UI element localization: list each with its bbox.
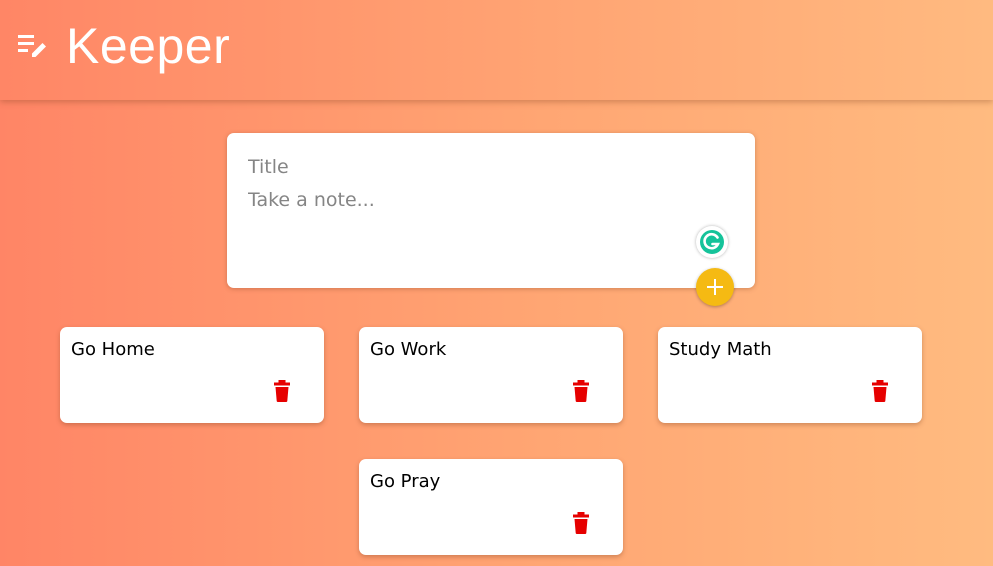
note-card: Go Pray	[359, 459, 623, 555]
trash-icon	[274, 380, 290, 402]
plus-icon	[707, 279, 723, 295]
notes-edit-icon	[18, 35, 46, 57]
trash-icon	[872, 380, 888, 402]
grammarly-icon[interactable]	[696, 226, 728, 258]
note-title: Go Pray	[370, 471, 441, 492]
note-title: Study Math	[669, 339, 772, 360]
create-note-form	[227, 133, 755, 306]
note-content-input[interactable]	[248, 189, 728, 249]
app-header: Keeper	[0, 0, 993, 100]
trash-icon	[573, 512, 589, 534]
delete-note-button[interactable]	[570, 511, 592, 535]
add-note-button[interactable]	[696, 268, 734, 306]
note-title: Go Work	[370, 339, 447, 360]
delete-note-button[interactable]	[570, 379, 592, 403]
app-title: Keeper	[66, 18, 231, 74]
delete-note-button[interactable]	[869, 379, 891, 403]
note-card: Study Math	[658, 327, 922, 423]
note-card: Go Work	[359, 327, 623, 423]
note-card: Go Home	[60, 327, 324, 423]
trash-icon	[573, 380, 589, 402]
note-title: Go Home	[71, 339, 155, 360]
note-title-input[interactable]	[248, 155, 728, 179]
delete-note-button[interactable]	[271, 379, 293, 403]
